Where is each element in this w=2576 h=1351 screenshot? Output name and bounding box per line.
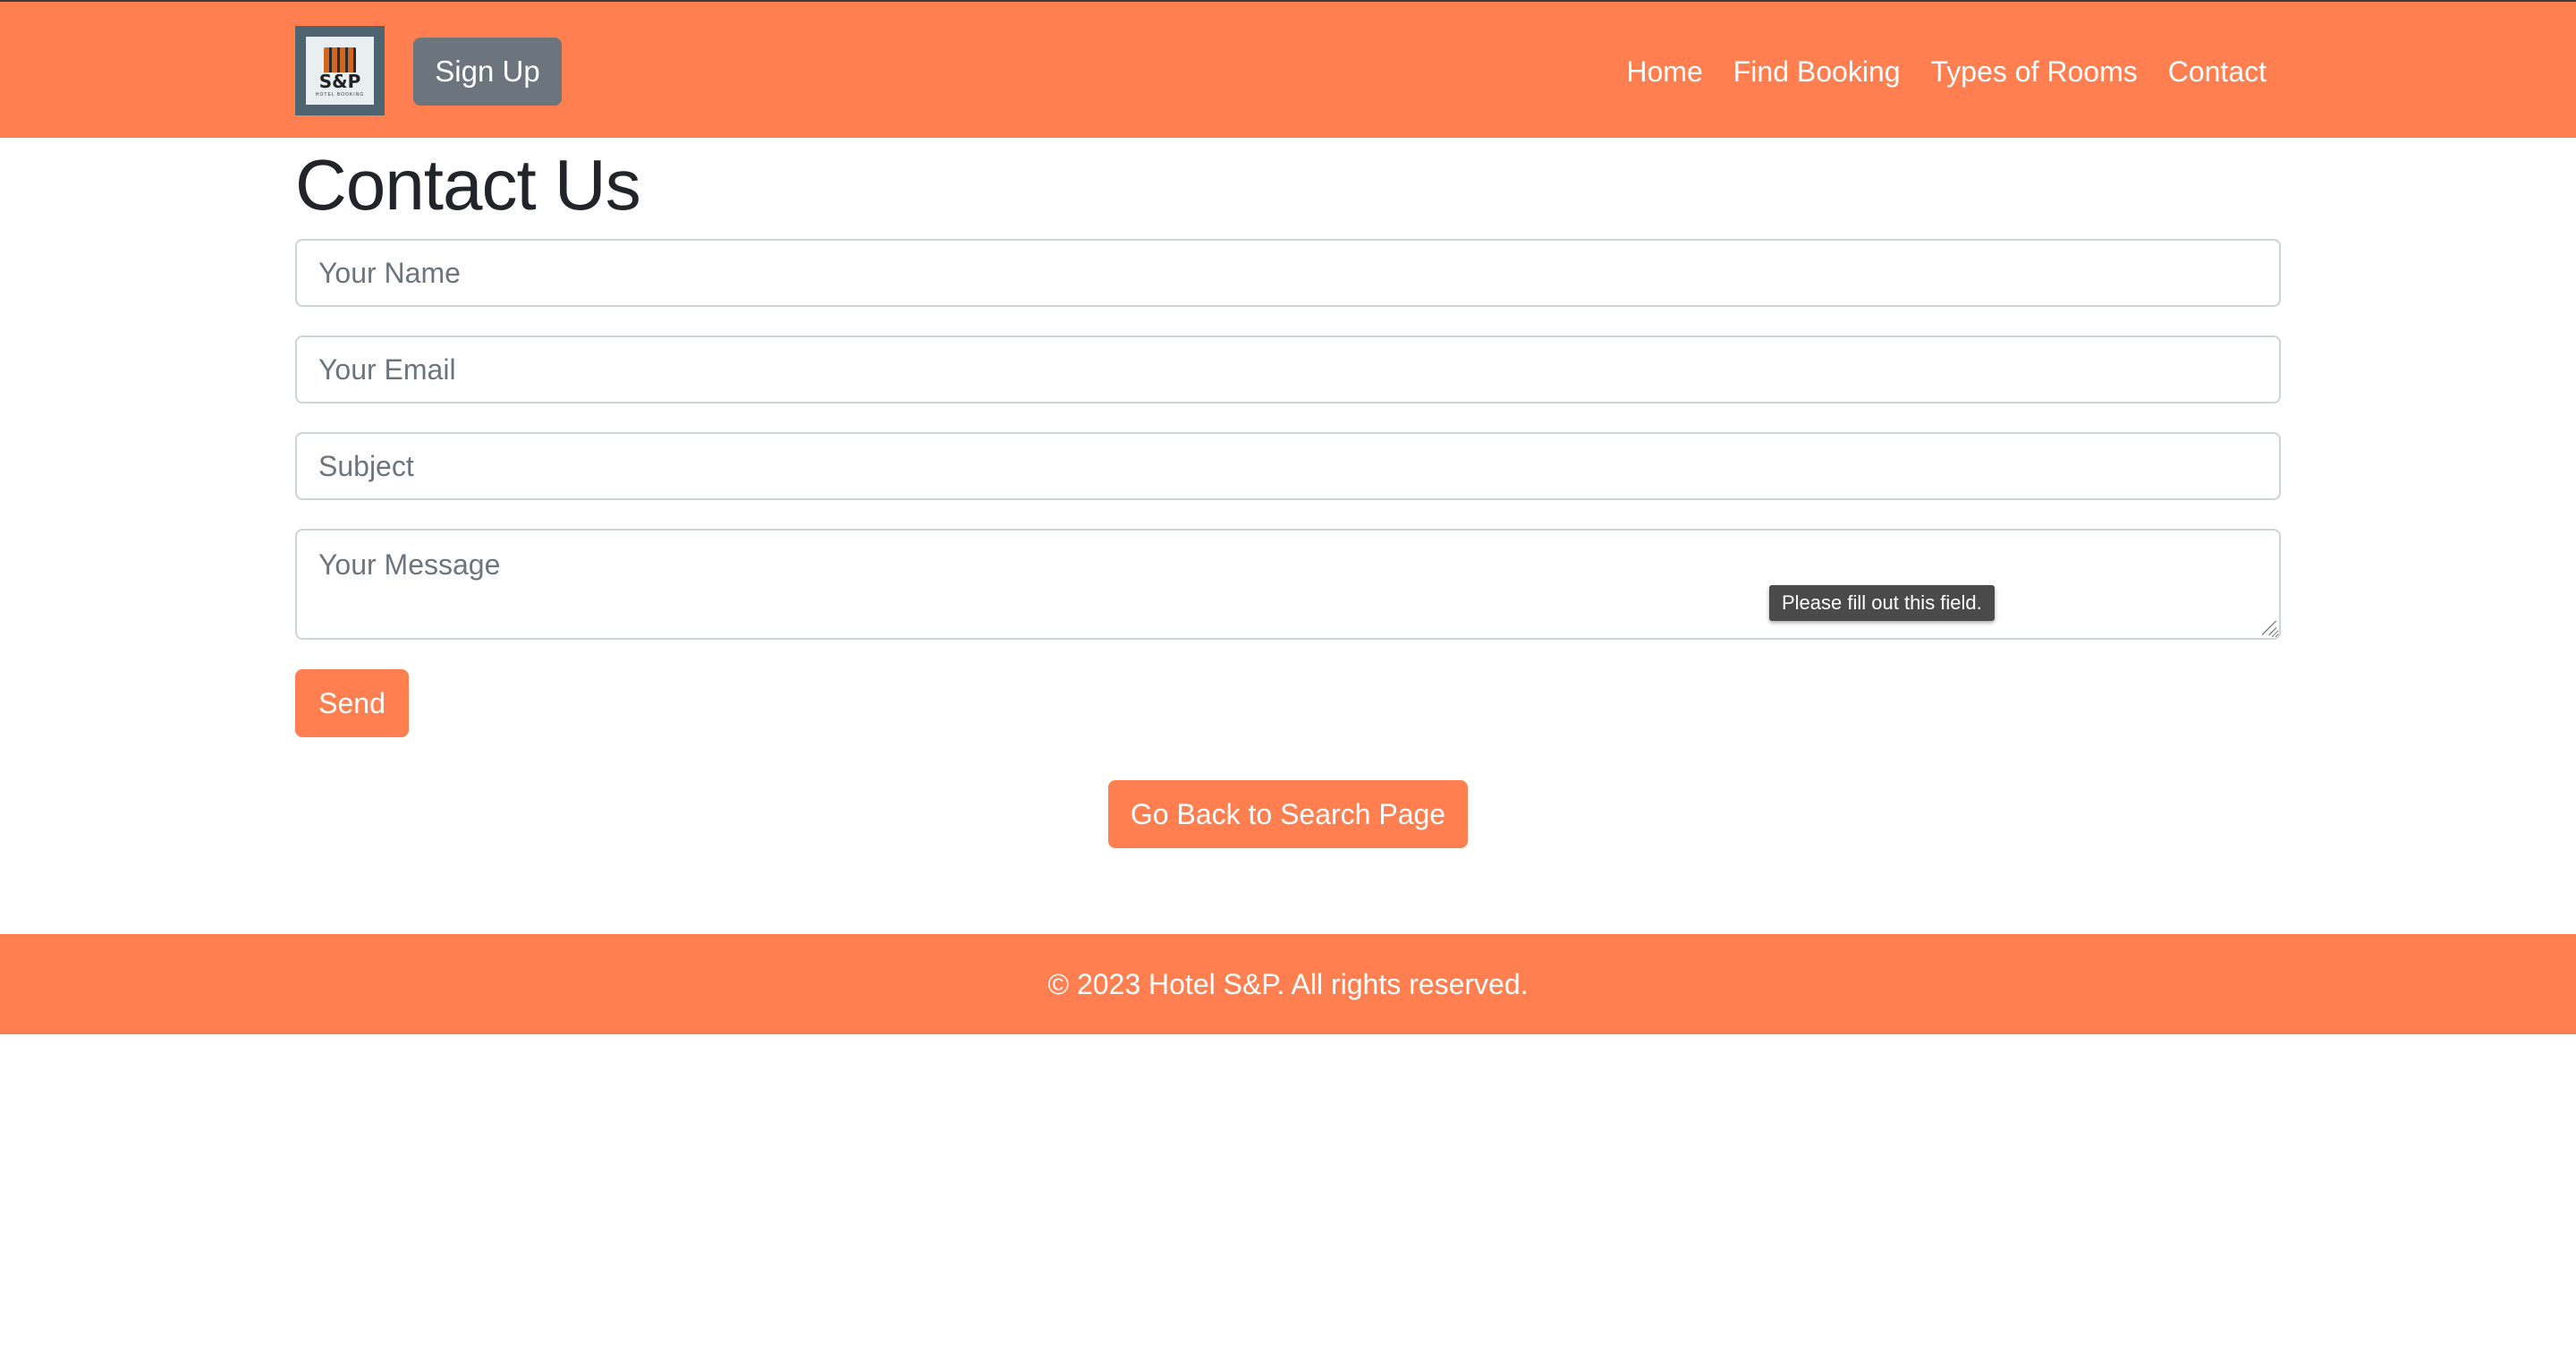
send-button[interactable]: Send — [295, 669, 409, 737]
subject-input[interactable] — [295, 432, 2281, 500]
back-to-search-button[interactable]: Go Back to Search Page — [1108, 780, 1468, 848]
footer-copyright: © 2023 Hotel S&P. All rights reserved. — [1047, 968, 1529, 1000]
name-input[interactable] — [295, 239, 2281, 307]
footer: © 2023 Hotel S&P. All rights reserved. — [0, 934, 2576, 1034]
nav-link-home[interactable]: Home — [1626, 55, 1702, 89]
email-input[interactable] — [295, 336, 2281, 404]
message-textarea[interactable] — [295, 529, 2281, 640]
logo-subtext: HOTEL BOOKING — [315, 92, 365, 98]
textarea-resize-grip-icon[interactable] — [2262, 621, 2276, 635]
nav-link-find-booking[interactable]: Find Booking — [1733, 55, 1901, 89]
navbar: S&P HOTEL BOOKING Sign Up Home Find Book… — [0, 2, 2576, 138]
hotel-building-logo-icon: S&P HOTEL BOOKING — [306, 37, 374, 105]
page: S&P HOTEL BOOKING Sign Up Home Find Book… — [0, 0, 2576, 1351]
logo-building-graphic — [324, 47, 356, 72]
page-title: Contact Us — [295, 145, 641, 225]
signup-button[interactable]: Sign Up — [413, 38, 562, 106]
nav-link-types-of-rooms[interactable]: Types of Rooms — [1931, 55, 2138, 89]
nav-link-contact[interactable]: Contact — [2168, 55, 2267, 89]
nav-links: Home Find Booking Types of Rooms Contact — [1626, 38, 2267, 106]
hotel-logo[interactable]: S&P HOTEL BOOKING — [295, 26, 385, 115]
validation-tooltip: Please fill out this field. — [1769, 585, 1995, 621]
logo-text: S&P — [318, 71, 361, 92]
